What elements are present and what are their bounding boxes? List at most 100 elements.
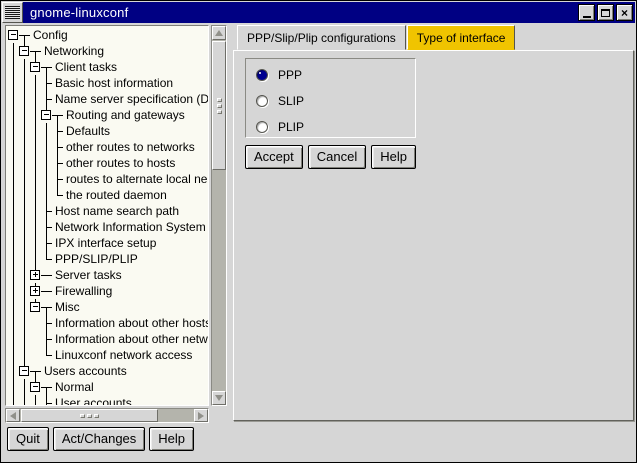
tree-collapse-icon[interactable]	[30, 379, 41, 395]
tree-item-label[interactable]: other routes to networks	[66, 140, 195, 154]
tree-horizontal-scrollbar[interactable]	[5, 408, 209, 423]
accept-button[interactable]: Accept	[245, 145, 303, 169]
tree-collapse-icon[interactable]	[41, 107, 52, 123]
tree-item-label[interactable]: Misc	[55, 300, 80, 314]
tree-guide	[30, 203, 41, 219]
tree-item[interactable]: other routes to networks	[8, 139, 208, 155]
tree-item[interactable]: User accounts	[8, 395, 208, 406]
horizontal-scrollbar-thumb[interactable]	[21, 409, 158, 422]
tree-item-label[interactable]: Client tasks	[55, 60, 117, 74]
tree-item[interactable]: Host name search path	[8, 203, 208, 219]
radio-dot[interactable]	[256, 95, 268, 107]
tree-item-label[interactable]: other routes to hosts	[66, 156, 175, 170]
tree-guide	[30, 187, 41, 203]
scroll-right-button[interactable]	[194, 409, 208, 422]
thumb-grip	[217, 110, 222, 114]
config-tree-panel[interactable]: Config Networking Client tasks Basic host i…	[5, 25, 209, 406]
tree-item[interactable]: Firewalling	[8, 283, 208, 299]
tree-item[interactable]: Misc	[8, 299, 208, 315]
scroll-left-button[interactable]	[6, 409, 20, 422]
tree-item[interactable]: Information about other hosts	[8, 315, 208, 331]
tree-item-label[interactable]: Host name search path	[55, 204, 179, 218]
tree-item[interactable]: the routed daemon	[8, 187, 208, 203]
tree-item-label[interactable]: Information about other netw	[55, 332, 208, 346]
tree-item[interactable]: Basic host information	[8, 75, 208, 91]
tree-item[interactable]: Normal	[8, 379, 208, 395]
cancel-button[interactable]: Cancel	[308, 145, 366, 169]
radio-option-ppp[interactable]: PPP	[256, 68, 415, 81]
tree-guide	[19, 219, 30, 235]
tree-guide	[41, 315, 52, 331]
tree-item-label[interactable]: Linuxconf network access	[55, 348, 192, 362]
tree-item[interactable]: other routes to hosts	[8, 155, 208, 171]
tree-item-label[interactable]: PPP/SLIP/PLIP	[55, 252, 138, 266]
tab-ppp-slip-plip-configurations[interactable]: PPP/Slip/Plip configurations	[237, 25, 406, 50]
tree-item[interactable]: Config	[8, 27, 208, 43]
tree-guide	[30, 171, 41, 187]
scroll-up-button[interactable]	[212, 26, 226, 40]
vertical-scrollbar-thumb[interactable]	[212, 41, 226, 170]
thumb-grip	[94, 414, 99, 418]
tree-item-label[interactable]: Basic host information	[55, 76, 173, 90]
tree-item[interactable]: Networking	[8, 43, 208, 59]
tree-expand-icon[interactable]	[30, 283, 41, 299]
tree-guide	[8, 107, 19, 123]
tree-item-label[interactable]: Networking	[44, 44, 104, 58]
tree-collapse-icon[interactable]	[19, 363, 30, 379]
tree-item[interactable]: Routing and gateways	[8, 107, 208, 123]
minimize-button[interactable]	[578, 4, 595, 21]
radio-option-plip[interactable]: PLIP	[256, 120, 415, 133]
act-changes-button[interactable]: Act/Changes	[53, 427, 145, 451]
tree-guide	[8, 235, 19, 251]
titlebar[interactable]: gnome-linuxconf ×	[2, 2, 635, 23]
tree-item[interactable]: Network Information System	[8, 219, 208, 235]
radio-dot[interactable]	[256, 69, 268, 81]
tree-guide	[19, 171, 30, 187]
scroll-down-button[interactable]	[212, 391, 226, 405]
radio-option-slip[interactable]: SLIP	[256, 94, 415, 107]
tree-collapse-icon[interactable]	[30, 59, 41, 75]
bottom-help-button[interactable]: Help	[149, 427, 194, 451]
tree-item-label[interactable]: Users accounts	[44, 364, 127, 378]
tree-guide	[19, 155, 30, 171]
arrow-left-icon	[10, 412, 16, 420]
tree-item-label[interactable]: IPX interface setup	[55, 236, 156, 250]
window-menu-icon	[5, 6, 20, 19]
quit-button[interactable]: Quit	[7, 427, 49, 451]
tree-item-label[interactable]: Defaults	[66, 124, 110, 138]
tree-item-label[interactable]: routes to alternate local ne	[66, 172, 207, 186]
tree-collapse-icon[interactable]	[8, 27, 19, 43]
tree-expand-icon[interactable]	[30, 267, 41, 283]
maximize-button[interactable]	[597, 4, 614, 21]
tree-vertical-scrollbar[interactable]	[211, 25, 227, 406]
tree-guide	[8, 59, 19, 75]
tree-item[interactable]: Client tasks	[8, 59, 208, 75]
help-button[interactable]: Help	[371, 145, 416, 169]
tree-item[interactable]: Information about other netw	[8, 331, 208, 347]
tree-item[interactable]: Defaults	[8, 123, 208, 139]
tree-item-label[interactable]: Config	[33, 28, 68, 42]
tree-item[interactable]: PPP/SLIP/PLIP	[8, 251, 208, 267]
tree-item[interactable]: Linuxconf network access	[8, 347, 208, 363]
tab-type-of-interface[interactable]: Type of interface	[407, 25, 516, 50]
tree-item-label[interactable]: Routing and gateways	[66, 108, 185, 122]
tree-item-label[interactable]: Firewalling	[55, 284, 112, 298]
tree-item[interactable]: routes to alternate local ne	[8, 171, 208, 187]
tree-item[interactable]: IPX interface setup	[8, 235, 208, 251]
window-menu-button[interactable]	[2, 2, 23, 23]
tree-item-label[interactable]: Normal	[55, 380, 94, 394]
radio-dot[interactable]	[256, 121, 268, 133]
tree: Config Networking Client tasks Basic host i…	[8, 27, 208, 406]
tree-item[interactable]: Server tasks	[8, 267, 208, 283]
tree-item-label[interactable]: the routed daemon	[66, 188, 167, 202]
tree-item-label[interactable]: Server tasks	[55, 268, 122, 282]
tree-item-label[interactable]: Name server specification (D	[55, 92, 209, 106]
tree-item-label[interactable]: Network Information System	[55, 220, 206, 234]
tree-collapse-icon[interactable]	[19, 43, 30, 59]
tree-item-label[interactable]: User accounts	[55, 396, 132, 406]
tree-item[interactable]: Users accounts	[8, 363, 208, 379]
tree-item[interactable]: Name server specification (D	[8, 91, 208, 107]
tree-item-label[interactable]: Information about other hosts	[55, 316, 209, 330]
tree-collapse-icon[interactable]	[30, 299, 41, 315]
close-button[interactable]: ×	[616, 4, 633, 21]
